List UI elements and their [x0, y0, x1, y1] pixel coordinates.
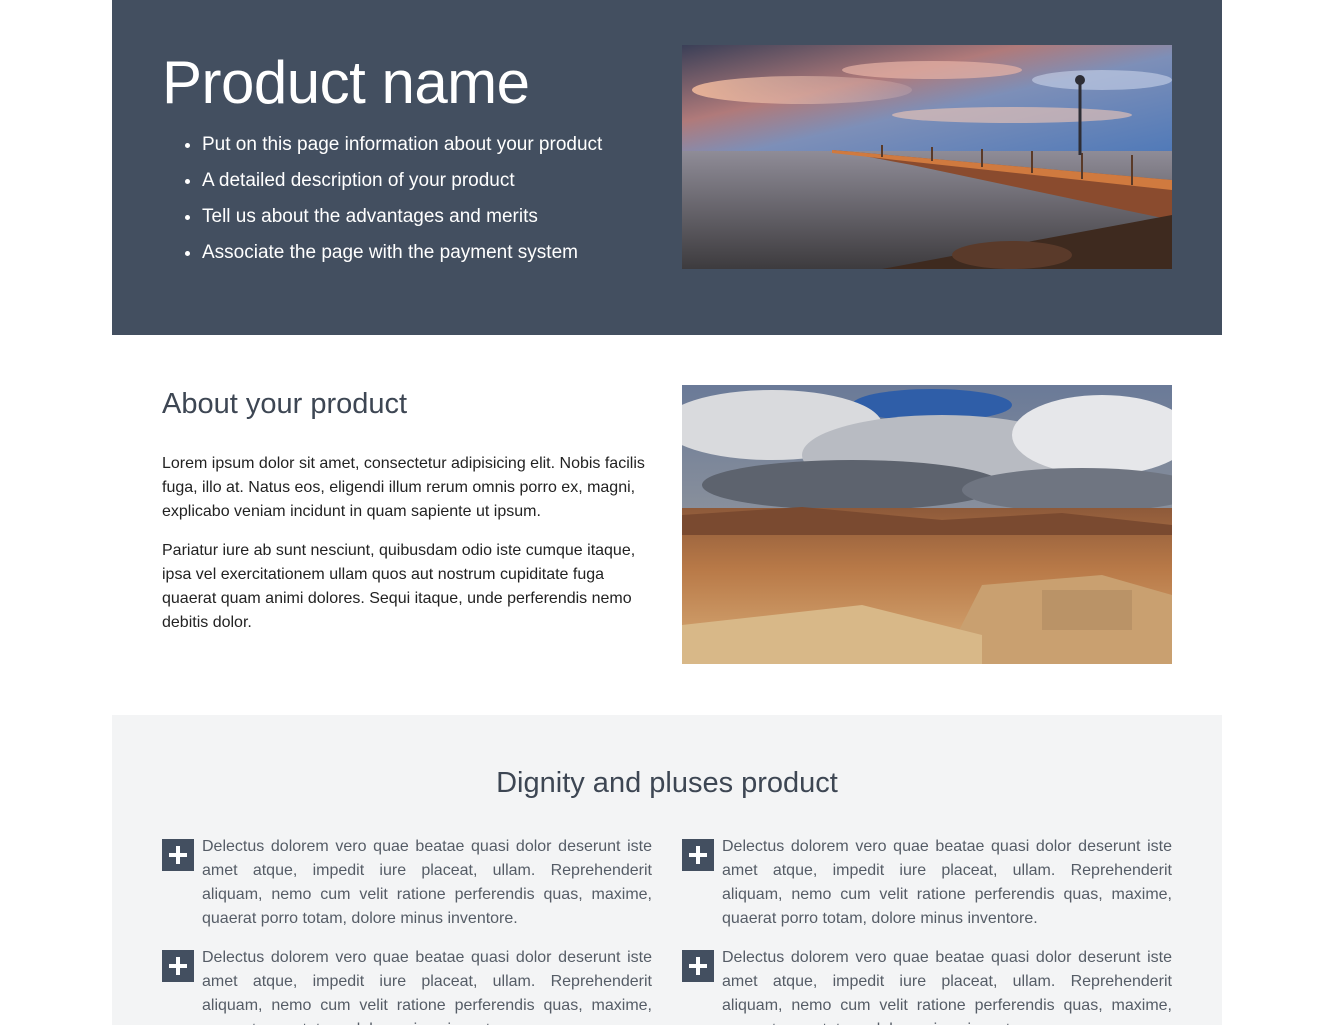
- feature-text: Delectus dolorem vero quae beatae quasi …: [722, 838, 1172, 927]
- feature-text: Delectus dolorem vero quae beatae quasi …: [722, 949, 1172, 1025]
- desert-clouds-illustration: [682, 385, 1172, 664]
- dignity-heading: Dignity and pluses product: [496, 767, 838, 799]
- hero-bullet: Tell us about the advantages and merits: [202, 199, 602, 235]
- plus-icon: [682, 839, 714, 871]
- hero-bullet: A detailed description of your product: [202, 163, 602, 199]
- feature-item: Delectus dolorem vero quae beatae quasi …: [162, 946, 652, 1025]
- plus-icon: [162, 839, 194, 871]
- hero-bullet: Associate the page with the payment syst…: [202, 235, 602, 271]
- about-paragraph: Pariatur iure ab sunt nesciunt, quibusda…: [162, 542, 636, 631]
- about-heading: About your product: [162, 388, 408, 420]
- hero-section: Product name Put on this page informatio…: [112, 0, 1222, 335]
- feature-text: Delectus dolorem vero quae beatae quasi …: [202, 949, 652, 1025]
- hero-bullet: Put on this page information about your …: [202, 127, 602, 163]
- feature-text: Delectus dolorem vero quae beatae quasi …: [202, 838, 652, 927]
- plus-icon: [682, 950, 714, 982]
- dignity-section: Dignity and pluses product Delectus dolo…: [112, 715, 1222, 1025]
- hero-bullet-list: Put on this page information about your …: [182, 127, 602, 271]
- pier-sunset-illustration: [682, 45, 1172, 269]
- pier-sunset-image: [682, 45, 1172, 269]
- feature-item: Delectus dolorem vero quae beatae quasi …: [682, 835, 1172, 935]
- product-title: Product name: [162, 49, 530, 116]
- feature-item: Delectus dolorem vero quae beatae quasi …: [682, 946, 1172, 1025]
- landing-page: Product name Put on this page informatio…: [0, 0, 1336, 1025]
- about-paragraph: Lorem ipsum dolor sit amet, consectetur …: [162, 455, 645, 520]
- plus-icon: [162, 950, 194, 982]
- desert-clouds-image: [682, 385, 1172, 664]
- feature-item: Delectus dolorem vero quae beatae quasi …: [162, 835, 652, 935]
